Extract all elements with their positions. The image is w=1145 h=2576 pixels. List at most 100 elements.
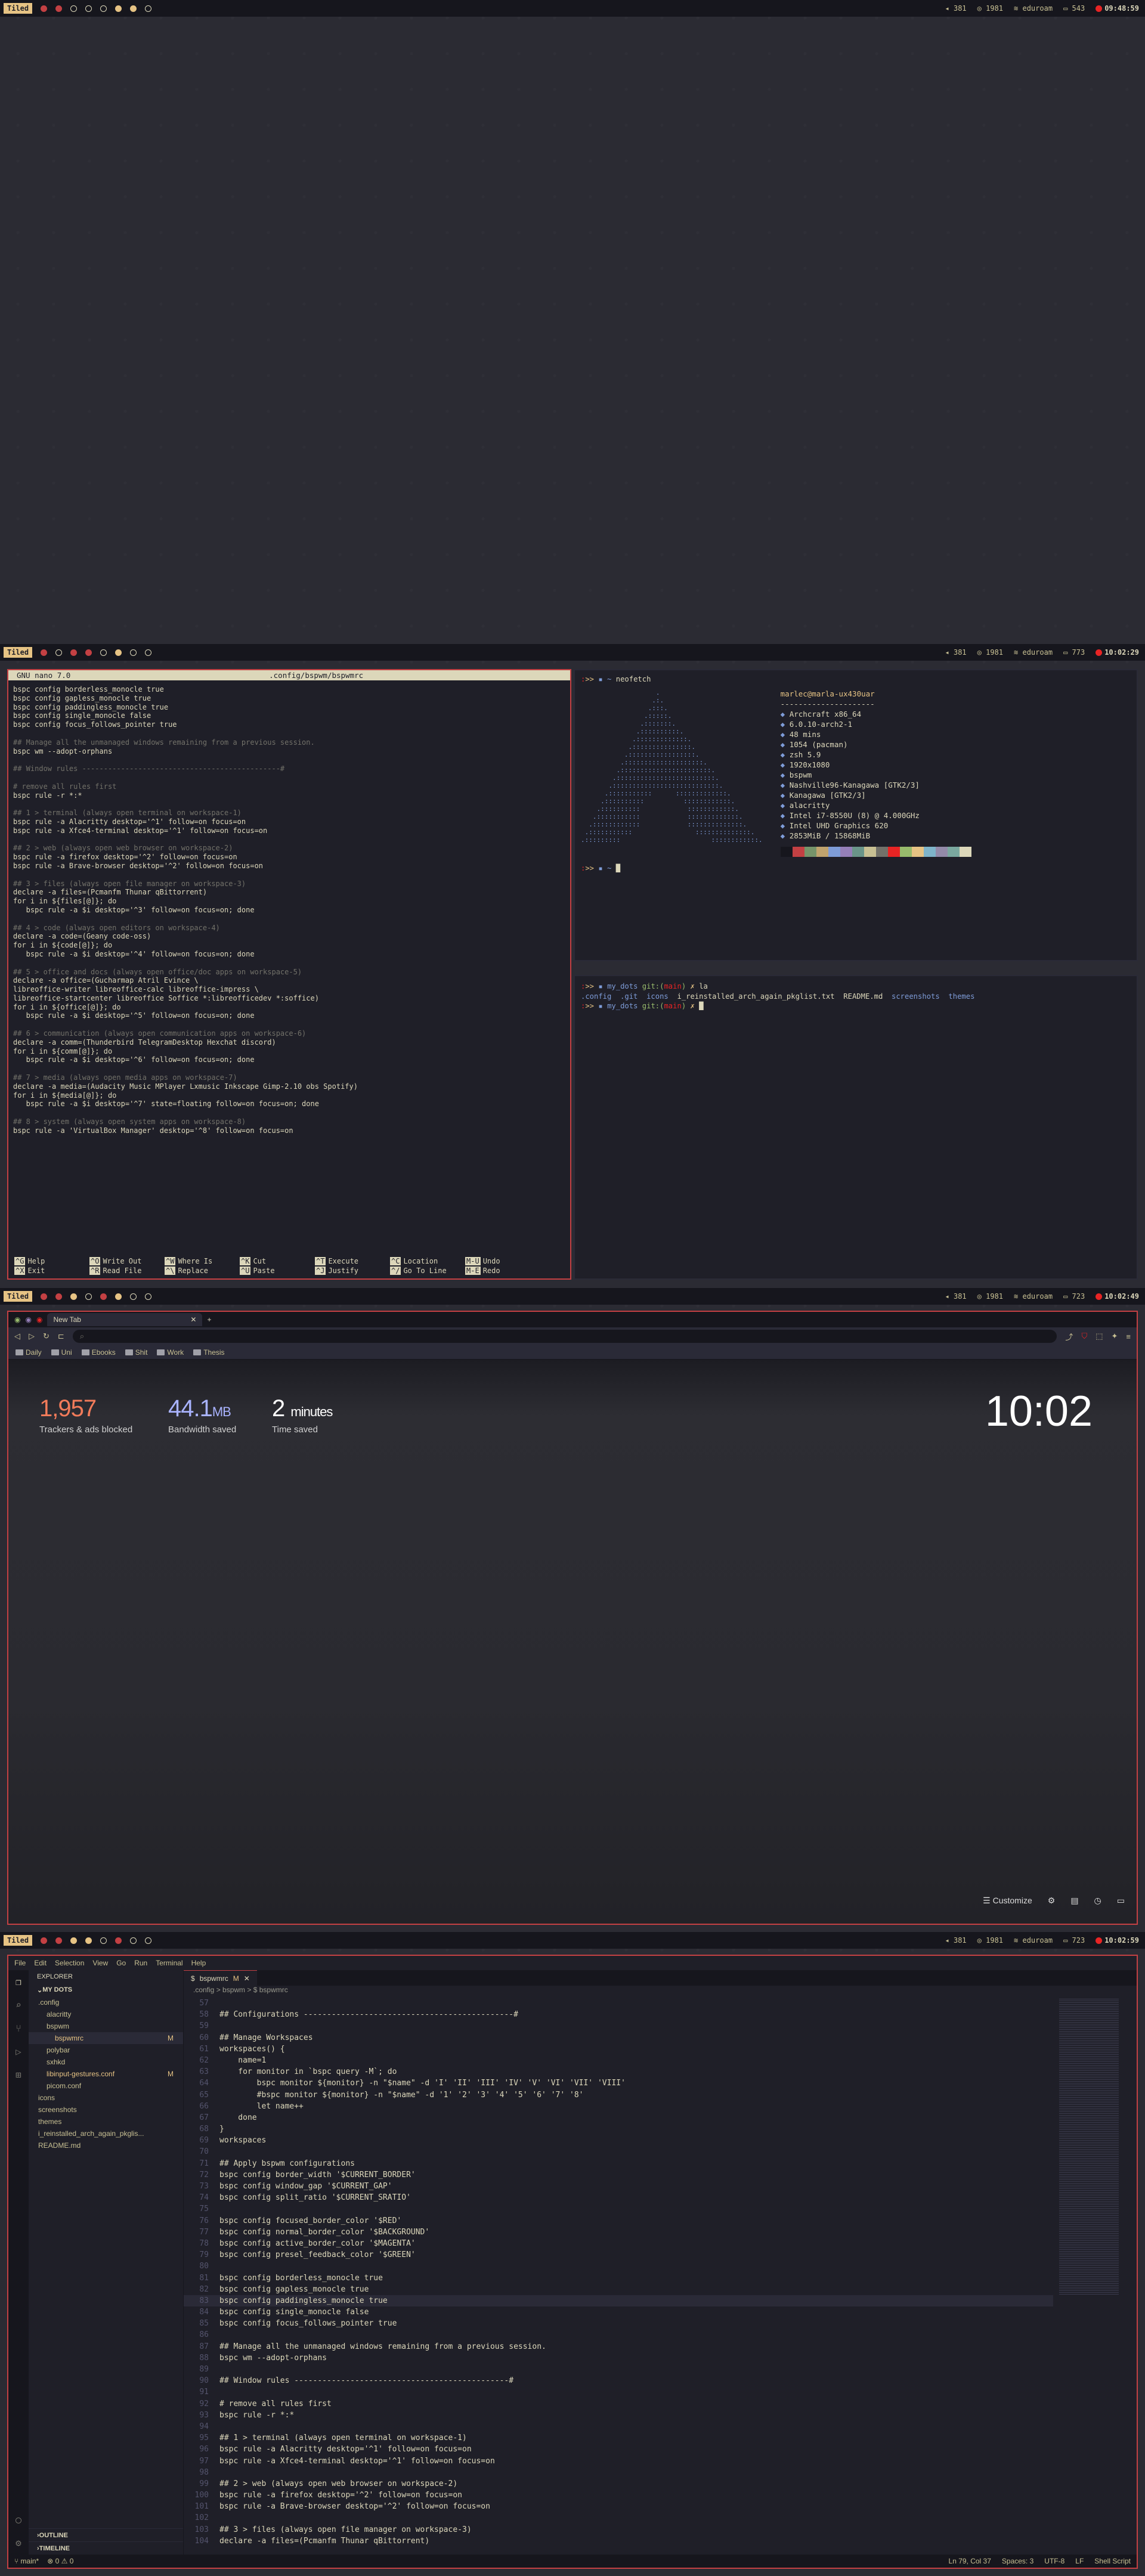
tree-item[interactable]: picom.conf (29, 2080, 183, 2092)
power-icon[interactable] (1096, 1937, 1103, 1944)
workspace-dot[interactable] (145, 5, 152, 12)
close-tab-icon[interactable]: ✕ (190, 1315, 196, 1324)
workspace-dot[interactable] (70, 1937, 78, 1944)
whatsapp-icon[interactable]: ◉ (14, 1315, 20, 1324)
account-icon[interactable]: ◯ (16, 2514, 21, 2525)
workspace-dot[interactable] (41, 5, 48, 12)
bookmark-icon[interactable]: ⊏ (58, 1332, 64, 1341)
tree-item[interactable]: sxhkd (29, 2056, 183, 2068)
workspace-dot[interactable] (85, 649, 92, 656)
workspace-dot[interactable] (100, 649, 107, 656)
workspace-dot[interactable] (55, 1293, 63, 1300)
menu-item-help[interactable]: Help (191, 1959, 206, 1967)
forward-icon[interactable]: ▷ (29, 1332, 35, 1341)
media-icon[interactable]: ▭ (1117, 1896, 1125, 1906)
bookmark-folder[interactable]: Daily (16, 1348, 42, 1357)
git-terminal[interactable]: :>> ▪ my_dots git:(main) ✗ la .config .g… (574, 975, 1138, 1280)
reload-icon[interactable]: ↻ (43, 1332, 49, 1341)
network-indicator[interactable]: ≋ eduroam (1014, 1292, 1053, 1301)
workspace-dot[interactable] (100, 1293, 107, 1300)
bookmark-folder[interactable]: Thesis (193, 1348, 225, 1357)
volume-indicator[interactable]: ◂ 381 (945, 648, 967, 657)
share-icon[interactable]: ⤴ (1065, 1331, 1073, 1342)
workspace-dot[interactable] (115, 5, 122, 12)
vscode-window[interactable]: File Edit Selection View Go Run Terminal Help ❐… (7, 1955, 1138, 2569)
bookmark-folder[interactable]: Work (157, 1348, 184, 1357)
workspace-dot[interactable] (55, 5, 63, 12)
tree-item[interactable]: i_reinstalled_arch_again_pkglis... (29, 2128, 183, 2140)
back-icon[interactable]: ◁ (14, 1332, 20, 1341)
workspace-dot[interactable] (55, 1937, 63, 1944)
address-bar[interactable]: ⌕ (72, 1330, 1057, 1343)
workspace-dot[interactable] (130, 649, 137, 656)
network-indicator[interactable]: ≋ eduroam (1014, 1936, 1053, 1945)
workspace-dot[interactable] (145, 1293, 152, 1300)
workspace-dot[interactable] (85, 1937, 92, 1944)
workspace-dot[interactable] (85, 5, 92, 12)
source-control-icon[interactable]: ⑂ (16, 2023, 21, 2034)
menu-item-selection[interactable]: Selection (55, 1959, 84, 1967)
tab-new-tab[interactable]: New Tab ✕ (47, 1313, 203, 1326)
power-icon[interactable] (1096, 1293, 1103, 1300)
workspace-dot[interactable] (115, 1937, 122, 1944)
pinned-tab-icon[interactable]: ◉ (36, 1315, 42, 1324)
history-icon[interactable]: ◷ (1094, 1896, 1101, 1906)
extension-icon[interactable]: ⬚ (1096, 1332, 1103, 1341)
workspace-dot[interactable] (130, 5, 137, 12)
status-item[interactable]: Ln 79, Col 37 (949, 2557, 991, 2565)
workspace-dot[interactable] (41, 649, 48, 656)
customize-button[interactable]: ☰ Customize (983, 1896, 1032, 1906)
minimap[interactable] (1059, 1998, 1119, 2296)
volume-indicator[interactable]: ◂ 381 (945, 1936, 967, 1945)
bookmark-folder[interactable]: Ebooks (81, 1348, 116, 1357)
status-item[interactable]: UTF-8 (1044, 2557, 1064, 2565)
workspace-dot[interactable] (130, 1937, 137, 1944)
explorer-icon[interactable]: ❐ (16, 1976, 21, 1987)
workspace-dot[interactable] (70, 1293, 78, 1300)
workspace-dot[interactable] (70, 649, 78, 656)
tree-item[interactable]: bspwm (29, 2020, 183, 2032)
workspace-dot[interactable] (85, 1293, 92, 1300)
menu-item-edit[interactable]: Edit (34, 1959, 47, 1967)
tree-item[interactable]: bspwmrc M (29, 2032, 183, 2044)
workspace-dot[interactable] (41, 1937, 48, 1944)
extensions-icon[interactable]: ✦ (1112, 1332, 1118, 1341)
nano-editor-text[interactable]: bspc config borderless_monocle true bspc … (8, 680, 570, 1140)
neofetch-terminal[interactable]: :>> ▪ ~ neofetch . .:. .:::. .:::::. .::… (574, 669, 1138, 961)
timeline-section[interactable]: › TIMELINE (29, 2541, 183, 2555)
volume-indicator[interactable]: ◂ 381 (945, 1292, 967, 1301)
tree-item[interactable]: themes (29, 2116, 183, 2128)
bookmark-folder[interactable]: Uni (51, 1348, 72, 1357)
workspace-dot[interactable] (145, 649, 152, 656)
nano-window[interactable]: GNU nano 7.0 .config/bspwm/bspwmrc bspc … (7, 669, 571, 1280)
workspace-dot[interactable] (55, 649, 63, 656)
menu-item-terminal[interactable]: Terminal (156, 1959, 182, 1967)
extensions-icon[interactable]: ⊞ (16, 2069, 21, 2080)
new-tab-button[interactable]: + (207, 1315, 211, 1324)
workspace-dot[interactable] (130, 1293, 137, 1300)
tree-item[interactable]: .config (29, 1996, 183, 2008)
status-item[interactable]: LF (1075, 2557, 1084, 2565)
tree-item[interactable]: libinput-gestures.conf M (29, 2068, 183, 2080)
tree-item[interactable]: icons (29, 2092, 183, 2104)
power-icon[interactable] (1096, 5, 1103, 12)
menu-icon[interactable]: ≡ (1126, 1332, 1131, 1341)
code-editor[interactable]: 57 58 ## Configurations -----------------… (184, 1998, 1053, 2555)
problems-status[interactable]: ⊗ 0 ⚠ 0 (47, 2557, 73, 2565)
shield-icon[interactable]: ⛉ (1081, 1332, 1087, 1341)
tree-item[interactable]: polybar (29, 2044, 183, 2056)
settings-icon[interactable]: ⚙ (1048, 1896, 1056, 1906)
status-item[interactable]: Shell Script (1094, 2557, 1131, 2565)
tab-bspwmrc[interactable]: $ bspwmrc M ✕ (184, 1970, 257, 1986)
network-indicator[interactable]: ≋ eduroam (1014, 648, 1053, 657)
brave-window[interactable]: ◉ ◉ ◉ New Tab ✕ + ◁ ▷ ↻ ⊏ ⌕ ⤴ ⛉ ⬚ ✦ ≡ Dai… (7, 1311, 1138, 1925)
search-icon[interactable]: ⌕ (16, 1999, 21, 2011)
outline-section[interactable]: › OUTLINE (29, 2528, 183, 2541)
bookmarks-icon[interactable]: ▤ (1070, 1896, 1078, 1906)
menu-item-run[interactable]: Run (134, 1959, 147, 1967)
workspace-dot[interactable] (115, 649, 122, 656)
menu-item-file[interactable]: File (14, 1959, 26, 1967)
status-item[interactable]: Spaces: 3 (1002, 2557, 1033, 2565)
settings-gear-icon[interactable]: ⚙ (16, 2537, 21, 2549)
workspace-dot[interactable] (100, 1937, 107, 1944)
